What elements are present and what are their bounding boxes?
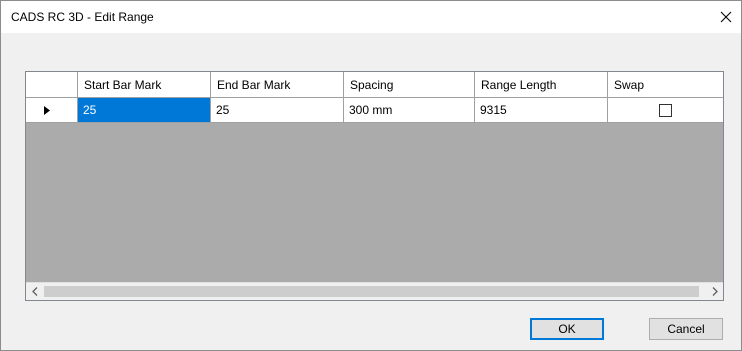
- cell-swap[interactable]: [608, 98, 723, 122]
- cell-range-length[interactable]: 9315: [475, 98, 608, 122]
- cell-spacing[interactable]: 300 mm: [344, 98, 475, 122]
- column-header-end-bar-mark[interactable]: End Bar Mark: [211, 72, 344, 97]
- row-header-cell[interactable]: [26, 98, 78, 122]
- range-data-grid[interactable]: Start Bar Mark End Bar Mark Spacing Rang…: [25, 71, 724, 301]
- scroll-right-arrow-icon: [712, 287, 718, 296]
- close-icon: [720, 11, 732, 23]
- scroll-left-arrow-icon: [31, 287, 37, 296]
- horizontal-scrollbar[interactable]: [26, 282, 723, 300]
- close-button[interactable]: [711, 1, 741, 33]
- column-header-swap[interactable]: Swap: [608, 72, 723, 97]
- cell-start-bar-mark[interactable]: 25: [78, 98, 211, 122]
- column-header-range-length[interactable]: Range Length: [475, 72, 608, 97]
- swap-checkbox[interactable]: [659, 103, 672, 117]
- ok-button[interactable]: OK: [530, 318, 604, 340]
- title-bar: CADS RC 3D - Edit Range: [1, 1, 741, 33]
- scroll-right-button[interactable]: [706, 283, 723, 300]
- scroll-left-button[interactable]: [26, 283, 43, 300]
- column-header-spacing[interactable]: Spacing: [344, 72, 475, 97]
- row-header-corner[interactable]: [26, 72, 78, 97]
- window-title: CADS RC 3D - Edit Range: [11, 10, 154, 24]
- edit-range-dialog: CADS RC 3D - Edit Range Start Bar Mark E…: [0, 0, 742, 351]
- row-indicator-arrow-icon: [43, 105, 50, 115]
- table-row[interactable]: 25 25 300 mm 9315: [26, 98, 723, 123]
- grid-header-row: Start Bar Mark End Bar Mark Spacing Rang…: [26, 72, 723, 98]
- cell-end-bar-mark[interactable]: 25: [211, 98, 344, 122]
- column-header-start-bar-mark[interactable]: Start Bar Mark: [78, 72, 211, 97]
- cancel-button[interactable]: Cancel: [649, 318, 723, 340]
- scrollbar-thumb[interactable]: [44, 286, 699, 297]
